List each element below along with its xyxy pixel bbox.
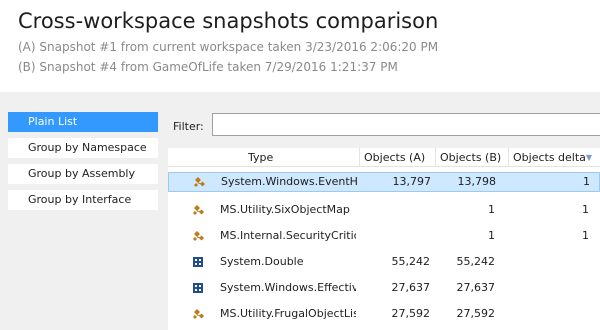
column-header-objects-b[interactable]: Objects (B) [436,148,509,167]
nav-group-by-namespace[interactable]: Group by Namespace [8,138,158,158]
objects-delta-cell: 1 [582,229,589,242]
objects-b-cell: 27,637 [456,281,496,294]
struct-icon [192,252,220,272]
table-row[interactable]: System.Double 55,242 55,242 [168,252,600,272]
nav-group-by-interface[interactable]: Group by Interface [8,190,158,210]
objects-b-cell: 27,592 [456,307,496,320]
type-cell: MS.Utility.SixObjectMap [220,203,350,216]
page-title: Cross-workspace snapshots comparison [18,9,439,33]
objects-delta-cell [509,304,589,324]
type-cell: System.Double [220,255,304,268]
table-row[interactable]: System.Windows.Effective 27,637 27,637 [168,278,600,298]
objects-a-cell [360,200,430,220]
table-row[interactable]: MS.Utility.SixObjectMap 1 1 [168,200,600,220]
objects-delta-label: Objects delta [513,151,586,164]
objects-delta-cell [509,278,589,298]
table-row[interactable]: MS.Internal.SecurityCritica 1 1 [168,226,600,246]
column-header-objects-a[interactable]: Objects (A) [360,148,436,167]
type-cell: MS.Internal.SecurityCritica [220,229,356,242]
filter-input[interactable] [212,113,600,136]
column-header-icon [168,148,190,167]
class-icon [192,304,220,324]
struct-icon [192,278,220,298]
snapshot-a-info: (A) Snapshot #1 from current workspace t… [18,40,439,54]
objects-a-cell: 13,797 [392,175,432,188]
sort-descending-icon: ▼ [585,153,592,162]
nav-group-by-assembly[interactable]: Group by Assembly [8,164,158,184]
type-cell: System.Windows.EventHa [221,175,357,188]
type-cell: System.Windows.Effective [220,281,356,294]
table-row[interactable]: MS.Utility.FrugalObjectLis 27,592 27,592 [168,304,600,324]
objects-a-cell: 27,637 [391,281,431,294]
nav-plain-list[interactable]: Plain List [8,112,158,132]
objects-b-cell: 55,242 [456,255,496,268]
column-header-objects-delta[interactable]: Objects delta ▼ [509,148,600,167]
class-icon [192,200,220,220]
table-row[interactable]: System.Windows.EventHa 13,797 13,798 1 [168,172,600,192]
filter-label: Filter: [173,120,204,133]
objects-delta-cell: 1 [583,175,590,188]
objects-a-cell: 55,242 [391,255,431,268]
objects-a-cell [360,226,430,246]
objects-b-cell: 1 [488,203,495,216]
objects-delta-cell [509,252,589,272]
objects-delta-cell: 1 [582,203,589,216]
header: Cross-workspace snapshots comparison (A)… [0,0,600,92]
snapshot-grid: Type Objects (A) Objects (B) Objects del… [168,148,600,330]
class-icon [192,226,220,246]
type-cell: MS.Utility.FrugalObjectLis [220,307,356,320]
class-icon [193,172,221,192]
column-header-type[interactable]: Type [190,148,360,167]
objects-b-cell: 13,798 [457,175,497,188]
objects-b-cell: 1 [488,229,495,242]
content-area: Plain List Group by Namespace Group by A… [0,92,600,330]
grid-header: Type Objects (A) Objects (B) Objects del… [168,148,600,168]
snapshot-b-info: (B) Snapshot #4 from GameOfLife taken 7/… [18,60,398,74]
grouping-nav: Plain List Group by Namespace Group by A… [8,112,158,216]
objects-a-cell: 27,592 [391,307,431,320]
